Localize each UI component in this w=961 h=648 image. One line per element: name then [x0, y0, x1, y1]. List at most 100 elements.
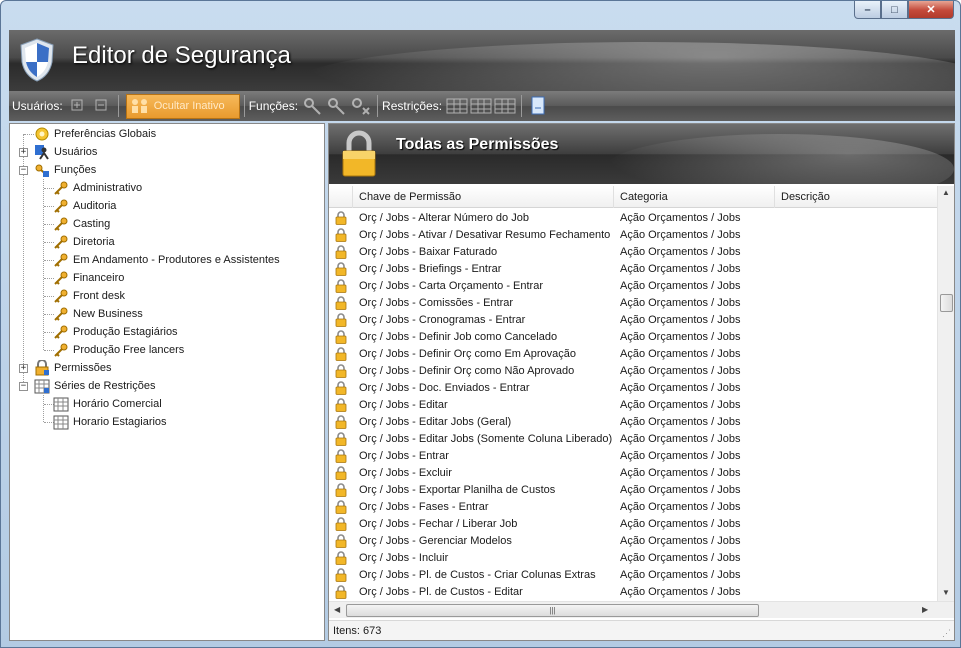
table-row[interactable]: Orç / Jobs - Editar Jobs (Geral) Ação Orç… — [329, 413, 937, 430]
table-row[interactable]: Orç / Jobs - Definir Orç como Em Aprovaç… — [329, 345, 937, 362]
tree-label: Casting — [73, 218, 111, 230]
cell-permission-key: Orç / Jobs - Excluir — [359, 466, 452, 479]
scroll-up-icon[interactable]: ▲ — [942, 188, 950, 197]
tree-item-function[interactable]: Front desk — [53, 287, 125, 305]
expand-toggle[interactable]: + — [19, 148, 28, 157]
table-row[interactable]: Orç / Jobs - Carta Orçamento - Entrar Açã… — [329, 277, 937, 294]
padlock-icon — [329, 550, 353, 565]
table-row[interactable]: Orç / Jobs - Editar Jobs (Somente Coluna… — [329, 430, 937, 447]
collapse-toggle[interactable]: − — [19, 166, 28, 175]
padlock-icon — [329, 210, 353, 225]
tree-item-function[interactable]: Financeiro — [53, 269, 124, 287]
delete-restriction-icon[interactable] — [494, 95, 516, 117]
tree-item-function[interactable]: Administrativo — [53, 179, 142, 197]
edit-function-icon[interactable] — [326, 95, 348, 117]
table-row[interactable]: Orç / Jobs - Comissões - Entrar Ação Orça… — [329, 294, 937, 311]
scroll-right-icon[interactable]: ▶ — [922, 605, 928, 614]
scroll-down-icon[interactable]: ▼ — [942, 588, 950, 597]
table-row[interactable]: Orç / Jobs - Fechar / Liberar Job Ação Or… — [329, 515, 937, 532]
tree-item-function[interactable]: Auditoria — [53, 197, 116, 215]
table-row[interactable]: Orç / Jobs - Exportar Planilha de Custos… — [329, 481, 937, 498]
cell-category: Ação Orçamentos / Jobs — [620, 585, 741, 598]
close-button[interactable]: ✕ — [908, 1, 954, 19]
tree-item-users[interactable]: Usuários — [34, 143, 97, 161]
table-row[interactable]: Orç / Jobs - Briefings - Entrar Ação Orça… — [329, 260, 937, 277]
tree-label: Permissões — [54, 362, 112, 374]
horizontal-scrollbar[interactable]: ◀ ||| ▶ — [329, 601, 954, 618]
table-row[interactable]: Orç / Jobs - Entrar Ação Orçamentos / Job… — [329, 447, 937, 464]
padlock-icon — [329, 448, 353, 463]
hide-inactive-button[interactable]: Ocultar Inativo — [125, 93, 240, 119]
expand-toggle[interactable]: + — [19, 364, 28, 373]
table-row[interactable]: Orç / Jobs - Pl. de Custos - Editar Ação … — [329, 583, 937, 600]
table-row[interactable]: Orç / Jobs - Pl. de Custos - Criar Colun… — [329, 566, 937, 583]
cell-permission-key: Orç / Jobs - Editar Jobs (Somente Coluna… — [359, 432, 613, 445]
users-filter-icon — [131, 99, 147, 113]
tree-label: Produção Free lancers — [73, 344, 185, 356]
add-restriction-icon[interactable] — [446, 95, 468, 117]
tree-item-global-prefs[interactable]: Preferências Globais — [34, 125, 156, 143]
lock-user-icon — [34, 360, 50, 376]
remove-user-icon[interactable] — [91, 95, 113, 117]
add-function-icon[interactable] — [302, 95, 324, 117]
key-user-icon — [34, 162, 50, 178]
vertical-scroll-thumb[interactable] — [940, 294, 953, 312]
toolbar: Usuários: Ocultar Inativo Funções: Restr… — [9, 91, 955, 121]
tree-item-function[interactable]: New Business — [53, 305, 143, 323]
tree-item-functions[interactable]: Funções — [34, 161, 96, 179]
tree-item-function[interactable]: Produção Estagiários — [53, 323, 178, 341]
padlock-icon — [342, 130, 376, 177]
tree-item-function[interactable]: Produção Free lancers — [53, 341, 184, 359]
tree-item-permissions[interactable]: Permissões — [34, 359, 111, 377]
key-icon — [53, 180, 69, 196]
edit-restriction-icon[interactable] — [470, 95, 492, 117]
tree-item-function[interactable]: Casting — [53, 215, 110, 233]
report-icon[interactable] — [527, 95, 549, 117]
resize-grip-icon[interactable]: ⋰ — [942, 628, 951, 639]
table-row[interactable]: Orç / Jobs - Incluir Ação Orçamentos / Jo… — [329, 549, 937, 566]
cell-category: Ação Orçamentos / Jobs — [620, 534, 741, 547]
table-row[interactable]: Orç / Jobs - Fases - Entrar Ação Orçament… — [329, 498, 937, 515]
horizontal-scroll-thumb[interactable]: ||| — [346, 604, 759, 617]
cell-permission-key: Orç / Jobs - Incluir — [359, 551, 449, 564]
tree-item-restriction[interactable]: Horario Estagiarios — [53, 413, 167, 431]
cell-permission-key: Orç / Jobs - Briefings - Entrar — [359, 262, 502, 275]
tree-label: Usuários — [54, 146, 98, 158]
table-row[interactable]: Orç / Jobs - Ativar / Desativar Resumo F… — [329, 226, 937, 243]
restrictions-label: Restrições: — [382, 99, 443, 113]
vertical-scrollbar[interactable]: ▲ ▼ — [937, 186, 954, 601]
scroll-left-icon[interactable]: ◀ — [334, 605, 340, 614]
cell-category: Ação Orçamentos / Jobs — [620, 296, 741, 309]
tree-item-restriction-series[interactable]: Séries de Restrições — [34, 377, 156, 395]
table-row[interactable]: Orç / Jobs - Excluir Ação Orçamentos / Jo… — [329, 464, 937, 481]
cell-permission-key: Orç / Jobs - Pl. de Custos - Criar Colun… — [359, 568, 596, 581]
maximize-button[interactable]: □ — [881, 1, 908, 19]
toolbar-separator — [521, 95, 523, 117]
table-row[interactable]: Orç / Jobs - Editar Ação Orçamentos / Job… — [329, 396, 937, 413]
tree-label: Em Andamento - Produtores e Assistentes — [73, 254, 280, 266]
delete-function-icon[interactable] — [350, 95, 372, 117]
table-row[interactable]: Orç / Jobs - Definir Job como Cancelado A… — [329, 328, 937, 345]
table-row[interactable]: Orç / Jobs - Doc. Enviados - Entrar Ação … — [329, 379, 937, 396]
minimize-button[interactable]: – — [854, 1, 881, 19]
tree-item-restriction[interactable]: Horário Comercial — [53, 395, 162, 413]
table-row[interactable]: Orç / Jobs - Definir Orç como Não Aprova… — [329, 362, 937, 379]
column-header-description[interactable]: Descrição — [775, 186, 937, 208]
cell-category: Ação Orçamentos / Jobs — [620, 279, 741, 292]
collapse-toggle[interactable]: − — [19, 382, 28, 391]
add-user-icon[interactable] — [67, 95, 89, 117]
column-header-category[interactable]: Categoria — [614, 186, 775, 208]
table-row[interactable]: Orç / Jobs - Baixar Faturado Ação Orçamen… — [329, 243, 937, 260]
key-icon — [53, 216, 69, 232]
functions-label: Funções: — [248, 99, 299, 113]
table-row[interactable]: Orç / Jobs - Gerenciar Modelos Ação Orçam… — [329, 532, 937, 549]
tree-label: Séries de Restrições — [54, 380, 156, 392]
table-row[interactable]: Orç / Jobs - Cronogramas - Entrar Ação Or… — [329, 311, 937, 328]
permissions-grid: Chave de Permissão Categoria Descrição O… — [329, 186, 937, 601]
tree-connector — [24, 134, 34, 135]
column-header-key[interactable]: Chave de Permissão — [353, 186, 614, 208]
table-row[interactable]: Orç / Jobs - Alterar Número do Job Ação O… — [329, 209, 937, 226]
cell-permission-key: Orç / Jobs - Exportar Planilha de Custos — [359, 483, 556, 496]
tree-item-function[interactable]: Diretoria — [53, 233, 115, 251]
tree-item-function[interactable]: Em Andamento - Produtores e Assistentes — [53, 251, 280, 269]
